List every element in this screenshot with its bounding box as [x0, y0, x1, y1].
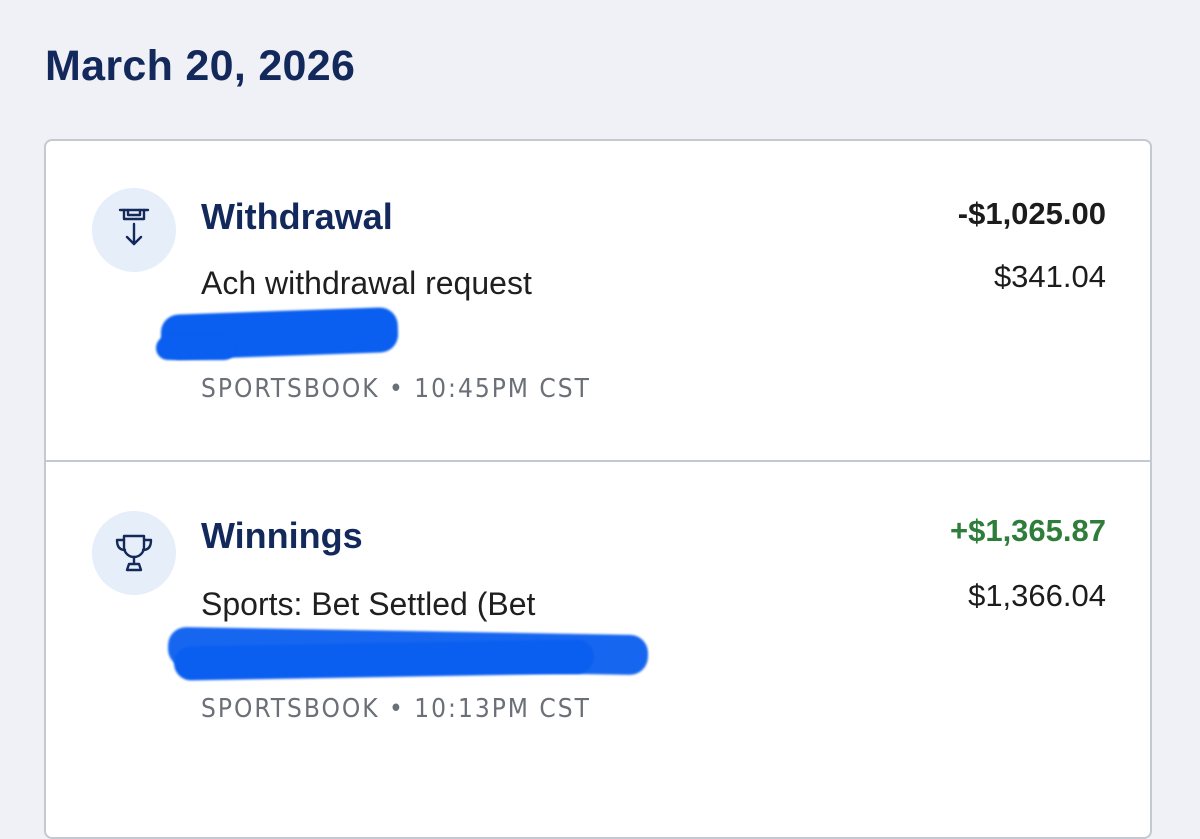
date-header: March 20, 2026 — [45, 42, 356, 90]
withdrawal-icon — [92, 188, 176, 272]
redacted-text — [156, 336, 236, 360]
separator-dot: • — [389, 374, 405, 404]
transaction-title: Withdrawal — [201, 196, 393, 237]
transaction-meta: SPORTSBOOK • 10:13PM CST — [201, 694, 591, 724]
transaction-meta: SPORTSBOOK • 10:45PM CST — [201, 374, 591, 404]
transaction-row-winnings[interactable]: Winnings Sports: Bet Settled (Bet SPORTS… — [46, 463, 1150, 837]
row-divider — [46, 460, 1150, 462]
transaction-amount: +$1,365.87 — [949, 513, 1106, 548]
transaction-amount: -$1,025.00 — [957, 196, 1106, 231]
transaction-description: Sports: Bet Settled (Bet — [201, 586, 536, 622]
transaction-list: Withdrawal Ach withdrawal request SPORTS… — [44, 139, 1152, 839]
transaction-title: Winnings — [201, 515, 363, 556]
transaction-time: 10:45PM CST — [414, 374, 591, 404]
source-label: SPORTSBOOK — [201, 694, 380, 724]
trophy-icon — [92, 511, 176, 595]
running-balance: $1,366.04 — [968, 578, 1106, 613]
running-balance: $341.04 — [993, 259, 1106, 294]
transaction-row-withdrawal[interactable]: Withdrawal Ach withdrawal request SPORTS… — [46, 141, 1150, 461]
redacted-text — [173, 639, 595, 681]
source-label: SPORTSBOOK — [201, 374, 380, 404]
transaction-time: 10:13PM CST — [414, 694, 591, 724]
separator-dot: • — [389, 694, 405, 724]
transaction-description: Ach withdrawal request — [201, 265, 532, 301]
